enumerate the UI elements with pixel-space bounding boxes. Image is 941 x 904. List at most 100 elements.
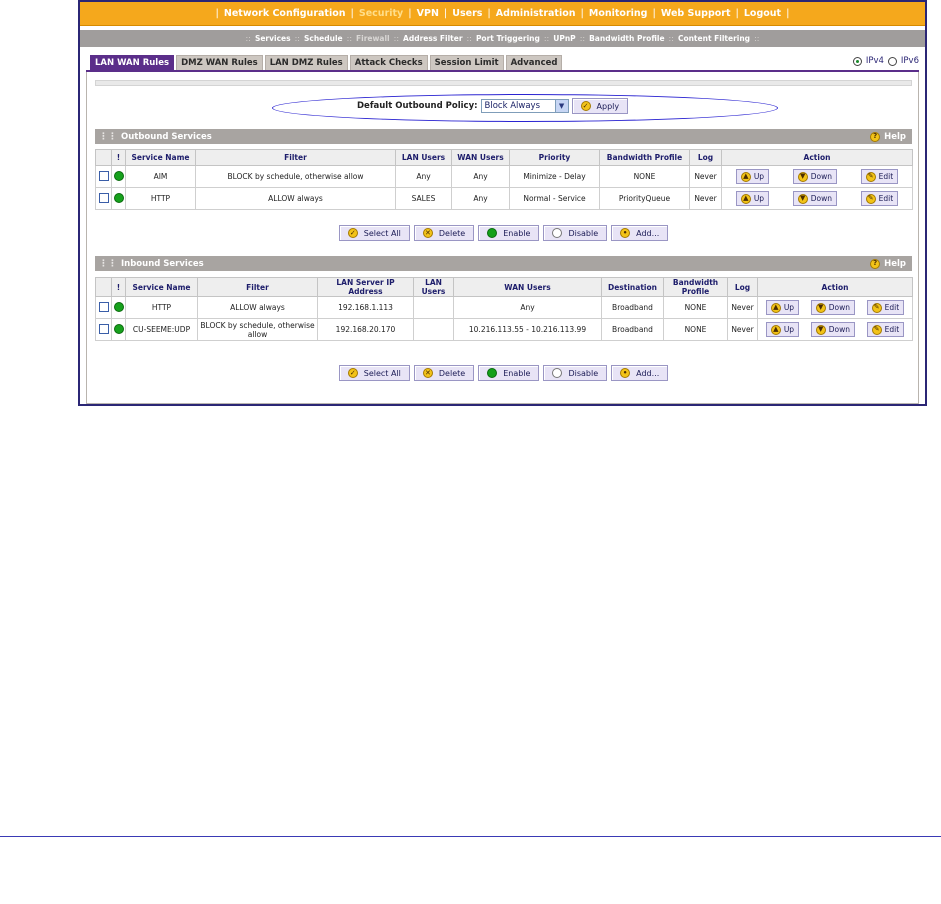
down-button[interactable]: ▼ Down [810,300,855,315]
down-button[interactable]: ▼ Down [792,191,837,206]
inbound-services-header: ⋮⋮ Inbound Services ? Help [95,256,912,271]
table-row: HTTP ALLOW always SALES Any Normal - Ser… [95,187,913,210]
lan-server-ip: 192.168.1.113 [317,296,414,319]
destination: Broadband [601,318,664,341]
col-lan-users: LAN Users [413,277,454,297]
arrow-up-icon: ▲ [770,324,781,335]
tab-dmz-wan-rules[interactable]: DMZ WAN Rules [176,55,263,70]
up-button[interactable]: ▲ Up [765,322,800,337]
outbound-services-table: ! Service Name Filter LAN Users WAN User… [95,149,913,210]
tab-session-limit[interactable]: Session Limit [429,55,504,70]
bandwidth-profile: NONE [599,165,690,188]
edit-button[interactable]: ✎ Edit [866,322,905,337]
nav-administration[interactable]: Administration [491,8,581,19]
filter: ALLOW always [195,187,396,210]
nav-logout[interactable]: Logout [739,8,786,19]
subnav-address-filter[interactable]: Address Filter [399,34,467,43]
chevron-down-icon[interactable]: ▼ [554,100,568,112]
policy-select[interactable]: Block Always ▼ [480,99,569,113]
delete-button[interactable]: ✕ Delete [413,365,475,381]
down-button[interactable]: ▼ Down [792,169,837,184]
down-label: Down [828,303,850,312]
filter: BLOCK by schedule, otherwise allow [195,165,396,188]
inbound-bulk-actions: ✓ Select All ✕ Delete Enable Disable • Add.… [87,365,920,381]
help-icon: ? [870,131,881,142]
wan-users: 10.216.113.55 - 10.216.113.99 [453,318,602,341]
delete-icon: ✕ [422,368,433,378]
add-button[interactable]: • Add... [611,365,669,381]
apply-button[interactable]: ✓ Apply [571,98,629,114]
tab-lan-wan-rules[interactable]: LAN WAN Rules [90,55,175,70]
disable-button[interactable]: Disable [543,225,608,241]
select-all-button[interactable]: ✓ Select All [338,225,410,241]
subnav-services[interactable]: Services [251,34,295,43]
edit-button[interactable]: ✎ Edit [860,191,899,206]
nav-network-configuration[interactable]: Network Configuration [219,8,351,19]
grid-icon: ⋮⋮ [99,258,117,269]
subnav-content-filtering[interactable]: Content Filtering [674,34,754,43]
col-log: Log [689,149,722,166]
nav-security[interactable]: Security [354,8,408,19]
edit-button[interactable]: ✎ Edit [866,300,905,315]
row-checkbox[interactable] [98,301,109,312]
subnav-firewall[interactable]: Firewall [352,34,394,43]
nav-web-support[interactable]: Web Support [656,8,736,19]
subnav-port-triggering[interactable]: Port Triggering [472,34,544,43]
edit-label: Edit [884,325,900,334]
subnav-upnp[interactable]: UPnP [549,34,579,43]
up-button[interactable]: ▲ Up [735,169,770,184]
add-icon: • [620,368,631,378]
ipv6-radio[interactable] [887,56,897,66]
grid-icon: ⋮⋮ [99,131,117,142]
up-button[interactable]: ▲ Up [735,191,770,206]
delete-button[interactable]: ✕ Delete [413,225,475,241]
subnav-schedule[interactable]: Schedule [300,34,347,43]
lan-users [413,296,454,319]
message-bar [95,80,912,86]
lan-users: SALES [395,187,452,210]
outbound-title: Outbound Services [121,131,212,142]
disable-icon [552,368,563,378]
service-name: HTTP [125,296,198,319]
enable-icon [487,228,498,238]
bandwidth-profile: NONE [663,296,728,319]
nav-monitoring[interactable]: Monitoring [584,8,653,19]
tab-advanced[interactable]: Advanced [505,55,563,70]
row-checkbox[interactable] [98,192,109,203]
enable-button[interactable]: Enable [478,365,540,381]
edit-button[interactable]: ✎ Edit [860,169,899,184]
help-link[interactable]: ? Help [870,131,912,142]
nav-vpn[interactable]: VPN [412,8,444,19]
col-status: ! [111,149,126,166]
page-divider [0,836,941,837]
check-icon: ✓ [580,101,591,111]
arrow-down-icon: ▼ [797,171,808,182]
col-lan-server-ip: LAN Server IP Address [317,277,414,297]
sub-navigation: :: Services :: Schedule :: Firewall :: A… [80,30,925,47]
select-all-label: Select All [363,228,401,238]
check-icon: ✓ [347,368,358,378]
disable-button[interactable]: Disable [543,365,608,381]
tab-lan-dmz-rules[interactable]: LAN DMZ Rules [264,55,348,70]
nav-users[interactable]: Users [447,8,487,19]
row-checkbox[interactable] [98,170,109,181]
col-action: Action [757,277,913,297]
pencil-icon: ✎ [871,324,882,335]
pencil-icon: ✎ [871,302,882,313]
add-button[interactable]: • Add... [611,225,669,241]
row-checkbox[interactable] [98,323,109,334]
col-lan-users: LAN Users [395,149,452,166]
col-wan-users: WAN Users [453,277,602,297]
table-header-row: ! Service Name Filter LAN Users WAN User… [95,149,913,166]
enable-button[interactable]: Enable [478,225,540,241]
select-all-button[interactable]: ✓ Select All [338,365,410,381]
down-button[interactable]: ▼ Down [810,322,855,337]
arrow-down-icon: ▼ [797,193,808,204]
up-button[interactable]: ▲ Up [765,300,800,315]
help-link[interactable]: ? Help [870,258,912,269]
tab-attack-checks[interactable]: Attack Checks [349,55,428,70]
arrow-down-icon: ▼ [815,324,826,335]
ipv4-radio[interactable] [852,56,862,66]
col-priority: Priority [509,149,600,166]
subnav-bandwidth-profile[interactable]: Bandwidth Profile [585,34,668,43]
